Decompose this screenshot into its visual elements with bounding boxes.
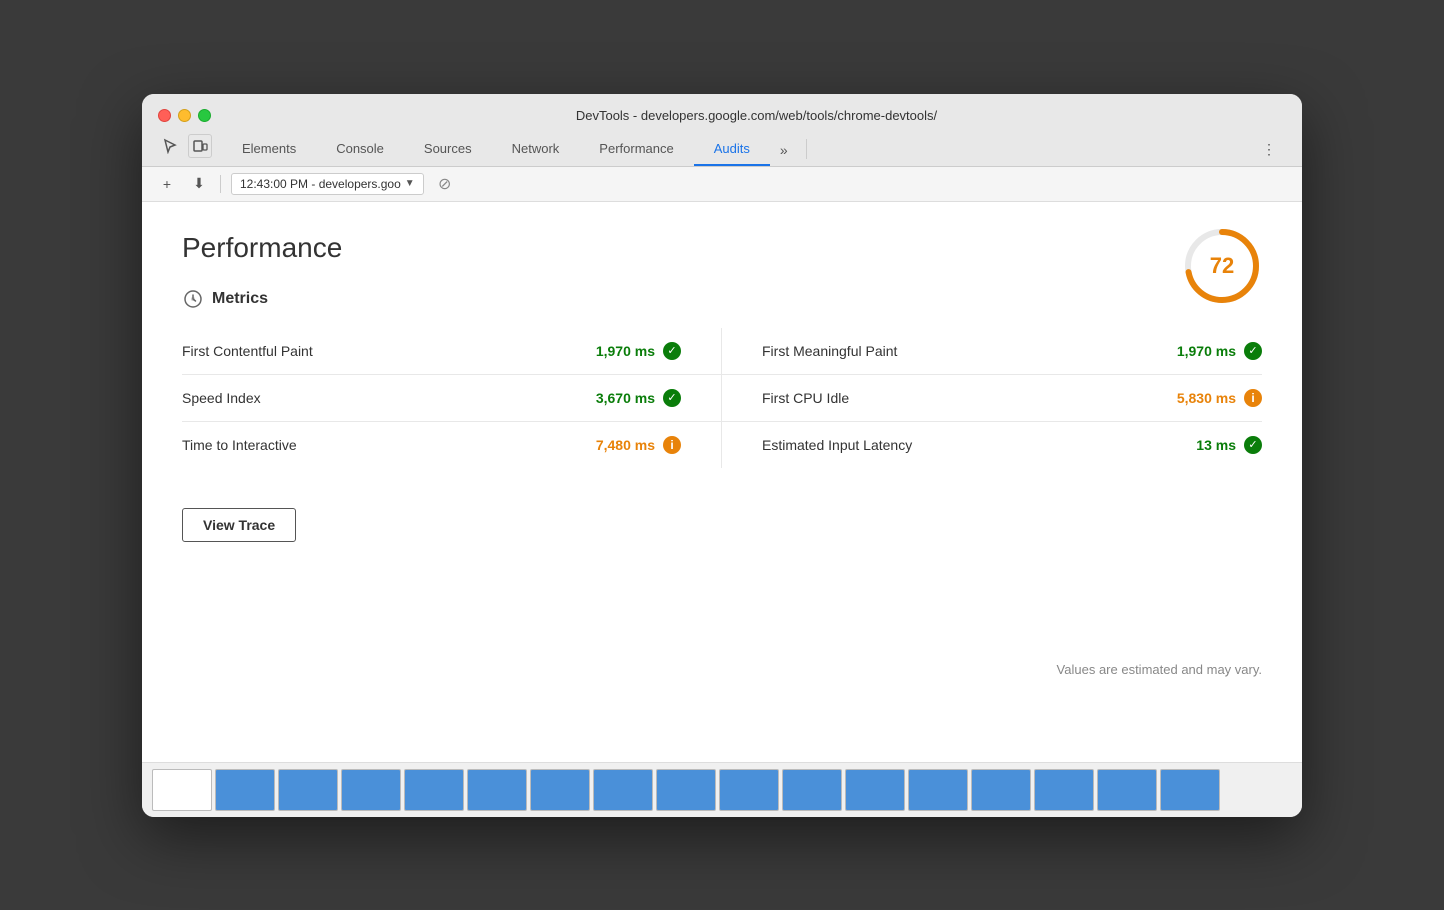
devtools-menu-button[interactable]: ⋮	[1252, 133, 1286, 166]
tabs-row: Elements Console Sources Network Perform…	[158, 133, 1286, 166]
metric-value-si: 3,670 ms	[596, 390, 655, 406]
maximize-button[interactable]	[198, 109, 211, 122]
metric-row-fmp: First Meaningful Paint 1,970 ms ✓	[722, 328, 1262, 375]
metrics-section: Metrics First Contentful Paint 1,970 ms …	[182, 288, 1262, 468]
metric-value-tti: 7,480 ms	[596, 437, 655, 453]
metric-row-fcp: First Contentful Paint 1,970 ms ✓	[182, 328, 722, 375]
metric-label-tti: Time to Interactive	[182, 437, 596, 453]
filmstrip-frame	[656, 769, 716, 811]
metric-value-eil: 13 ms	[1196, 437, 1236, 453]
add-button[interactable]: +	[156, 173, 178, 195]
close-button[interactable]	[158, 109, 171, 122]
metric-row-eil: Estimated Input Latency 13 ms ✓	[722, 422, 1262, 468]
tab-performance[interactable]: Performance	[579, 133, 693, 166]
filmstrip-frame	[1034, 769, 1094, 811]
filmstrip-frame	[1160, 769, 1220, 811]
filmstrip-frame	[278, 769, 338, 811]
block-icon[interactable]: ⊘	[434, 173, 456, 195]
metric-status-si: ✓	[663, 389, 681, 407]
metric-label-fcp: First Contentful Paint	[182, 343, 596, 359]
window-title: DevTools - developers.google.com/web/too…	[227, 108, 1286, 123]
performance-title: Performance	[182, 232, 1262, 264]
metric-value-fci: 5,830 ms	[1177, 390, 1236, 406]
filmstrip-frame	[1097, 769, 1157, 811]
filmstrip-frame	[719, 769, 779, 811]
devtools-icons	[158, 134, 212, 166]
metric-status-fmp: ✓	[1244, 342, 1262, 360]
metrics-title: Metrics	[212, 290, 268, 308]
metric-row-tti: Time to Interactive 7,480 ms i	[182, 422, 722, 468]
tab-elements[interactable]: Elements	[222, 133, 316, 166]
values-note: Values are estimated and may vary.	[1057, 662, 1262, 677]
metric-label-fci: First CPU Idle	[762, 390, 1177, 406]
filmstrip-frame	[467, 769, 527, 811]
tab-network[interactable]: Network	[492, 133, 580, 166]
filmstrip-frame	[845, 769, 905, 811]
dropdown-chevron-icon: ▼	[405, 178, 415, 189]
metric-value-fcp: 1,970 ms	[596, 343, 655, 359]
filmstrip-frame	[782, 769, 842, 811]
device-toggle-icon[interactable]	[188, 134, 212, 158]
minimize-button[interactable]	[178, 109, 191, 122]
session-dropdown[interactable]: 12:43:00 PM - developers.goo ▼	[231, 173, 424, 195]
metric-row-si: Speed Index 3,670 ms ✓	[182, 375, 722, 422]
metric-status-fcp: ✓	[663, 342, 681, 360]
metric-status-tti: i	[663, 436, 681, 454]
metric-row-fci: First CPU Idle 5,830 ms i	[722, 375, 1262, 422]
download-button[interactable]: ⬇	[188, 173, 210, 195]
metrics-left-col: First Contentful Paint 1,970 ms ✓ Speed …	[182, 328, 722, 468]
filmstrip-frame	[971, 769, 1031, 811]
filmstrip-frame	[341, 769, 401, 811]
tab-console[interactable]: Console	[316, 133, 404, 166]
filmstrip-frame	[530, 769, 590, 811]
filmstrip-frame	[404, 769, 464, 811]
tab-divider	[806, 139, 807, 159]
toolbar-divider	[220, 175, 221, 193]
devtools-window: DevTools - developers.google.com/web/too…	[142, 94, 1302, 817]
filmstrip-frame	[152, 769, 212, 811]
metrics-right-col: First Meaningful Paint 1,970 ms ✓ First …	[722, 328, 1262, 468]
titlebar: DevTools - developers.google.com/web/too…	[142, 94, 1302, 167]
toolbar: + ⬇ 12:43:00 PM - developers.goo ▼ ⊘	[142, 167, 1302, 202]
cursor-icon[interactable]	[158, 134, 182, 158]
main-content: 72 Performance Metrics	[142, 202, 1302, 762]
tab-audits[interactable]: Audits	[694, 133, 770, 166]
metric-label-eil: Estimated Input Latency	[762, 437, 1196, 453]
view-trace-button[interactable]: View Trace	[182, 508, 296, 542]
filmstrip-frame	[908, 769, 968, 811]
tab-sources[interactable]: Sources	[404, 133, 492, 166]
metric-label-si: Speed Index	[182, 390, 596, 406]
metric-status-fci: i	[1244, 389, 1262, 407]
metric-value-fmp: 1,970 ms	[1177, 343, 1236, 359]
session-timestamp: 12:43:00 PM - developers.goo	[240, 177, 401, 191]
metric-label-fmp: First Meaningful Paint	[762, 343, 1177, 359]
score-circle-container: 72	[1182, 226, 1262, 306]
filmstrip-strip	[142, 762, 1302, 817]
filmstrip-frame	[215, 769, 275, 811]
traffic-lights	[158, 109, 211, 122]
filmstrip-frame	[593, 769, 653, 811]
metric-status-eil: ✓	[1244, 436, 1262, 454]
score-circle: 72	[1182, 226, 1262, 306]
metrics-header: Metrics	[182, 288, 1262, 310]
more-tabs-button[interactable]: »	[770, 134, 798, 166]
score-value: 72	[1210, 253, 1234, 279]
metrics-clock-icon	[182, 288, 204, 310]
metrics-grid: First Contentful Paint 1,970 ms ✓ Speed …	[182, 328, 1262, 468]
